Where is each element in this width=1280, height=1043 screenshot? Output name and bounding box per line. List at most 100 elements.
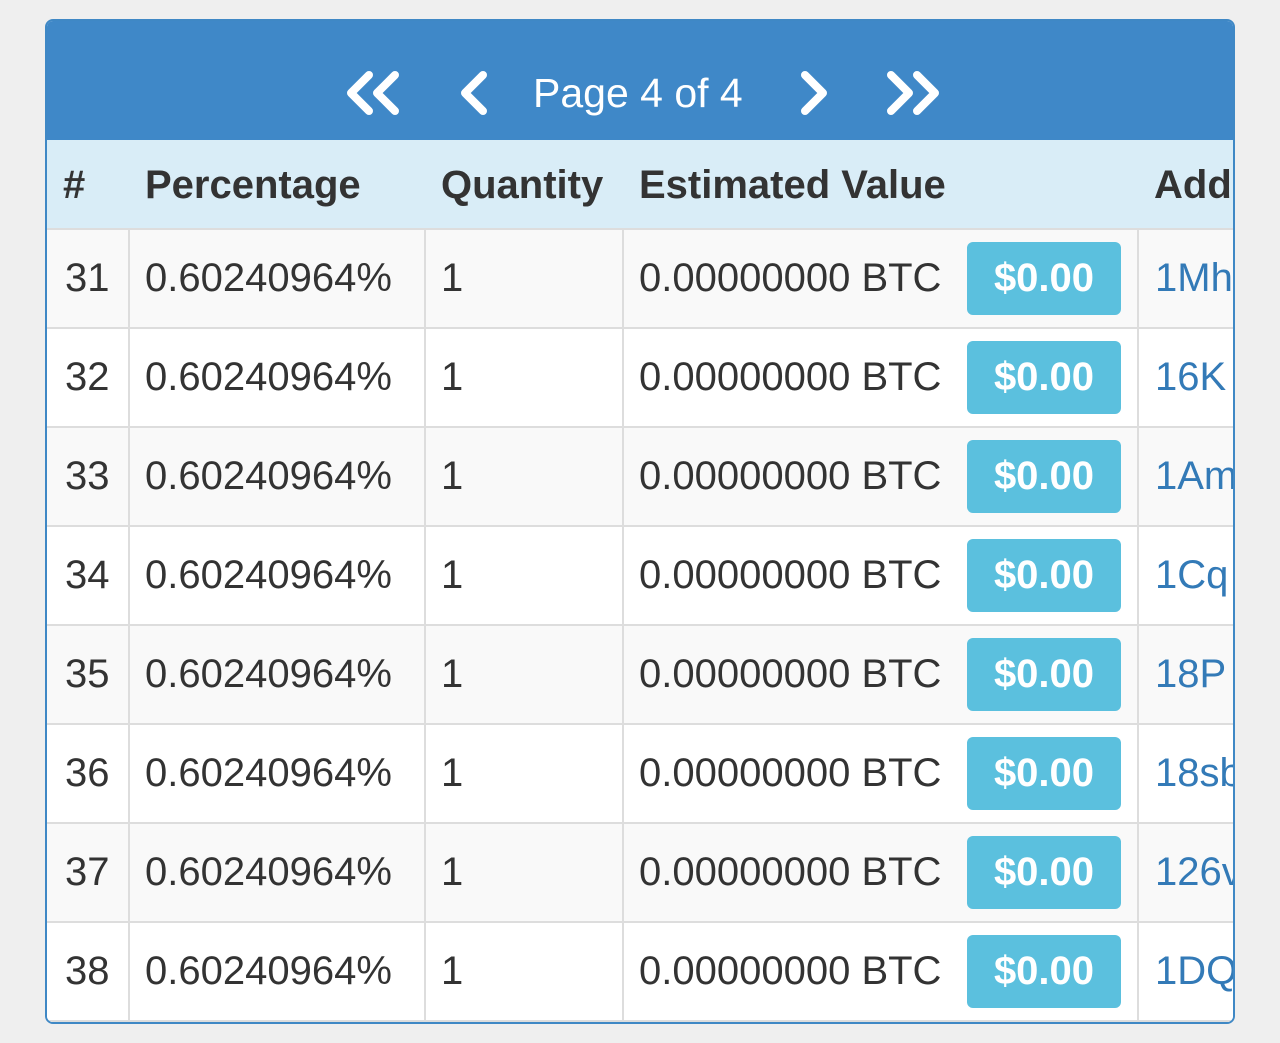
usd-value-badge: $0.00 (967, 935, 1121, 1008)
chevron-right-icon (797, 71, 833, 115)
column-header-number: # (63, 163, 86, 207)
column-divider (1137, 725, 1139, 824)
column-divider (128, 428, 130, 527)
address-link[interactable]: 1Mh (1155, 230, 1233, 327)
usd-value-badge: $0.00 (967, 836, 1121, 909)
row-percentage: 0.60240964% (145, 454, 392, 498)
row-number: 35 (65, 652, 110, 696)
row-btc-value: 0.00000000 BTC (639, 553, 942, 597)
row-number: 32 (65, 355, 110, 399)
row-quantity: 1 (441, 553, 464, 597)
address-link[interactable]: 1DQ (1155, 923, 1233, 1020)
row-btc-value: 0.00000000 BTC (639, 652, 942, 696)
column-divider (128, 527, 130, 626)
column-divider (1137, 923, 1139, 1022)
first-page-button[interactable] (343, 71, 403, 115)
row-percentage: 0.60240964% (145, 652, 392, 696)
row-quantity: 1 (441, 652, 464, 696)
column-header-percentage: Percentage (145, 163, 361, 207)
column-divider (128, 725, 130, 824)
table-header: # Percentage Quantity Estimated Value Ad… (47, 140, 1233, 230)
column-divider (128, 824, 130, 923)
pagination-bar: Page 4 of 4 (47, 21, 1233, 140)
row-percentage: 0.60240964% (145, 553, 392, 597)
column-divider (424, 824, 426, 923)
column-header-address: Add (1154, 163, 1232, 207)
column-divider (424, 329, 426, 428)
table-row: 36 0.60240964% 1 0.00000000 BTC $0.00 18sb (47, 725, 1233, 824)
column-divider (424, 230, 426, 329)
row-btc-value: 0.00000000 BTC (639, 751, 942, 795)
table-row: 31 0.60240964% 1 0.00000000 BTC $0.00 1Mh (47, 230, 1233, 329)
row-quantity: 1 (441, 949, 464, 993)
row-percentage: 0.60240964% (145, 355, 392, 399)
column-divider (1137, 428, 1139, 527)
column-divider (622, 428, 624, 527)
previous-page-button[interactable] (455, 71, 491, 115)
usd-value-badge: $0.00 (967, 341, 1121, 414)
usd-value-badge: $0.00 (967, 440, 1121, 513)
column-divider (1137, 527, 1139, 626)
holders-panel: Page 4 of 4 # Percentage Quantity Estima… (45, 19, 1235, 1024)
row-btc-value: 0.00000000 BTC (639, 454, 942, 498)
row-btc-value: 0.00000000 BTC (639, 949, 942, 993)
row-percentage: 0.60240964% (145, 256, 392, 300)
column-header-estimated-value: Estimated Value (639, 163, 946, 207)
table-row: 38 0.60240964% 1 0.00000000 BTC $0.00 1DQ (47, 923, 1233, 1022)
column-divider (1137, 626, 1139, 725)
row-number: 31 (65, 256, 110, 300)
address-link[interactable]: 18sb (1155, 725, 1233, 822)
row-percentage: 0.60240964% (145, 949, 392, 993)
double-chevron-right-icon (883, 71, 943, 115)
column-divider (1137, 230, 1139, 329)
table-row: 32 0.60240964% 1 0.00000000 BTC $0.00 16K (47, 329, 1233, 428)
column-divider (622, 527, 624, 626)
address-link[interactable]: 126v (1155, 824, 1233, 921)
column-divider (622, 725, 624, 824)
row-btc-value: 0.00000000 BTC (639, 256, 942, 300)
row-quantity: 1 (441, 454, 464, 498)
table-row: 33 0.60240964% 1 0.00000000 BTC $0.00 1Am (47, 428, 1233, 527)
usd-value-badge: $0.00 (967, 638, 1121, 711)
address-link[interactable]: 16K (1155, 329, 1226, 426)
column-divider (128, 329, 130, 428)
row-number: 37 (65, 850, 110, 894)
row-btc-value: 0.00000000 BTC (639, 850, 942, 894)
row-number: 34 (65, 553, 110, 597)
column-divider (622, 824, 624, 923)
row-percentage: 0.60240964% (145, 751, 392, 795)
address-link[interactable]: 18P (1155, 626, 1226, 723)
row-number: 38 (65, 949, 110, 993)
row-quantity: 1 (441, 850, 464, 894)
usd-value-badge: $0.00 (967, 737, 1121, 810)
chevron-left-icon (455, 71, 491, 115)
usd-value-badge: $0.00 (967, 242, 1121, 315)
row-quantity: 1 (441, 751, 464, 795)
table-row: 37 0.60240964% 1 0.00000000 BTC $0.00 126v (47, 824, 1233, 923)
column-divider (622, 230, 624, 329)
column-divider (128, 923, 130, 1022)
row-number: 36 (65, 751, 110, 795)
column-divider (128, 230, 130, 329)
last-page-button[interactable] (883, 71, 943, 115)
column-divider (622, 923, 624, 1022)
address-link[interactable]: 1Cq (1155, 527, 1228, 624)
column-divider (1137, 329, 1139, 428)
double-chevron-left-icon (343, 71, 403, 115)
table-row: 35 0.60240964% 1 0.00000000 BTC $0.00 18P (47, 626, 1233, 725)
usd-value-badge: $0.00 (967, 539, 1121, 612)
column-divider (1137, 824, 1139, 923)
column-divider (622, 626, 624, 725)
column-divider (424, 725, 426, 824)
column-divider (424, 626, 426, 725)
column-divider (622, 329, 624, 428)
column-divider (424, 923, 426, 1022)
table-row: 34 0.60240964% 1 0.00000000 BTC $0.00 1Cq (47, 527, 1233, 626)
column-divider (128, 626, 130, 725)
row-quantity: 1 (441, 256, 464, 300)
column-header-quantity: Quantity (441, 163, 604, 207)
row-btc-value: 0.00000000 BTC (639, 355, 942, 399)
address-link[interactable]: 1Am (1155, 428, 1233, 525)
row-percentage: 0.60240964% (145, 850, 392, 894)
next-page-button[interactable] (797, 71, 833, 115)
